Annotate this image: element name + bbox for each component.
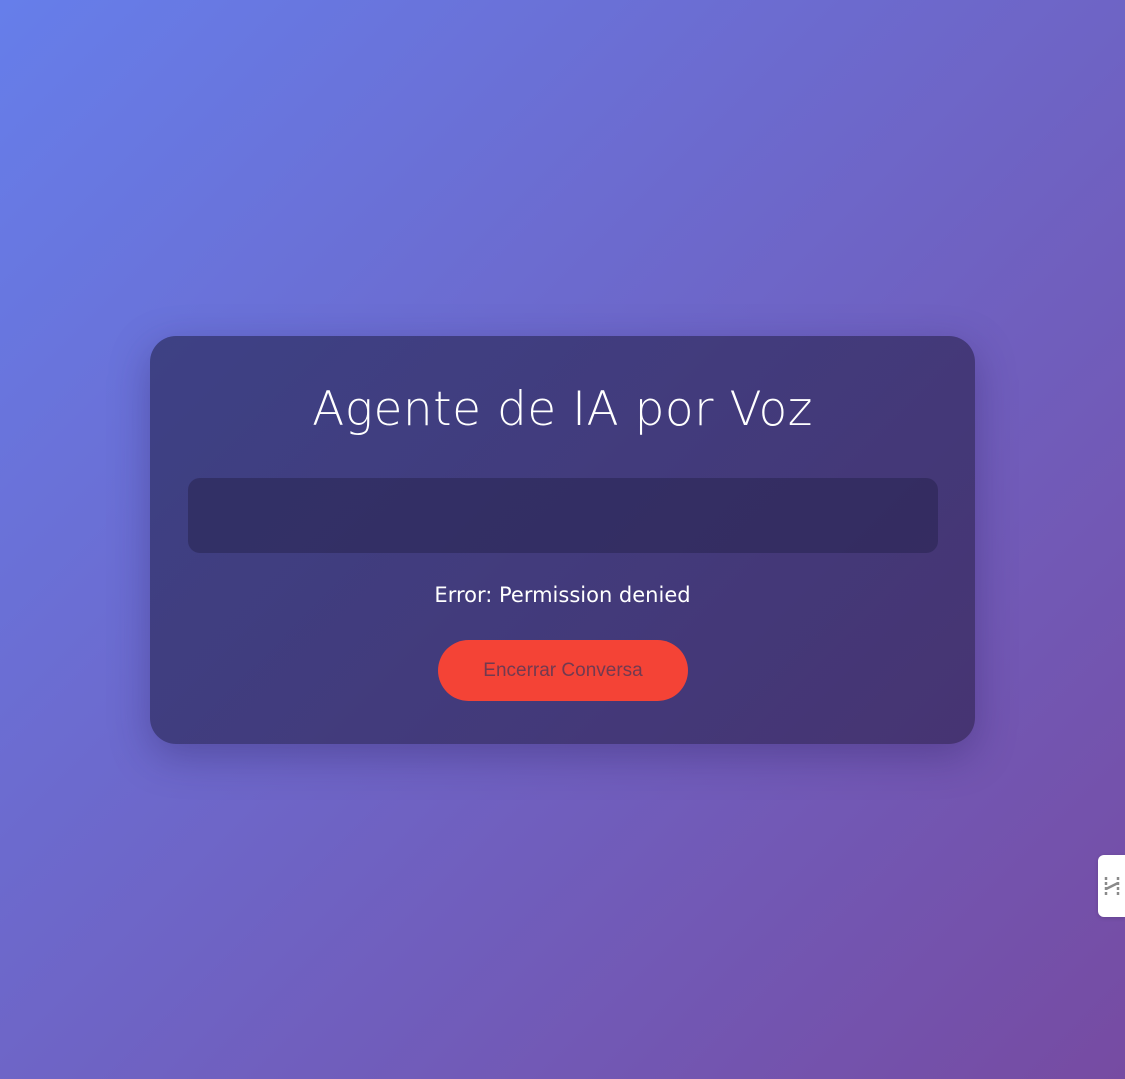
end-conversation-button[interactable]: Encerrar Conversa <box>438 640 688 701</box>
status-message: Error: Permission denied <box>434 583 691 607</box>
page-title: Agente de IA por Voz <box>312 382 813 437</box>
side-widget-tab[interactable] <box>1098 855 1125 917</box>
transcript-box <box>188 478 938 553</box>
hubspot-h-icon <box>1104 877 1120 895</box>
voice-agent-card: Agente de IA por Voz Error: Permission d… <box>150 336 975 744</box>
